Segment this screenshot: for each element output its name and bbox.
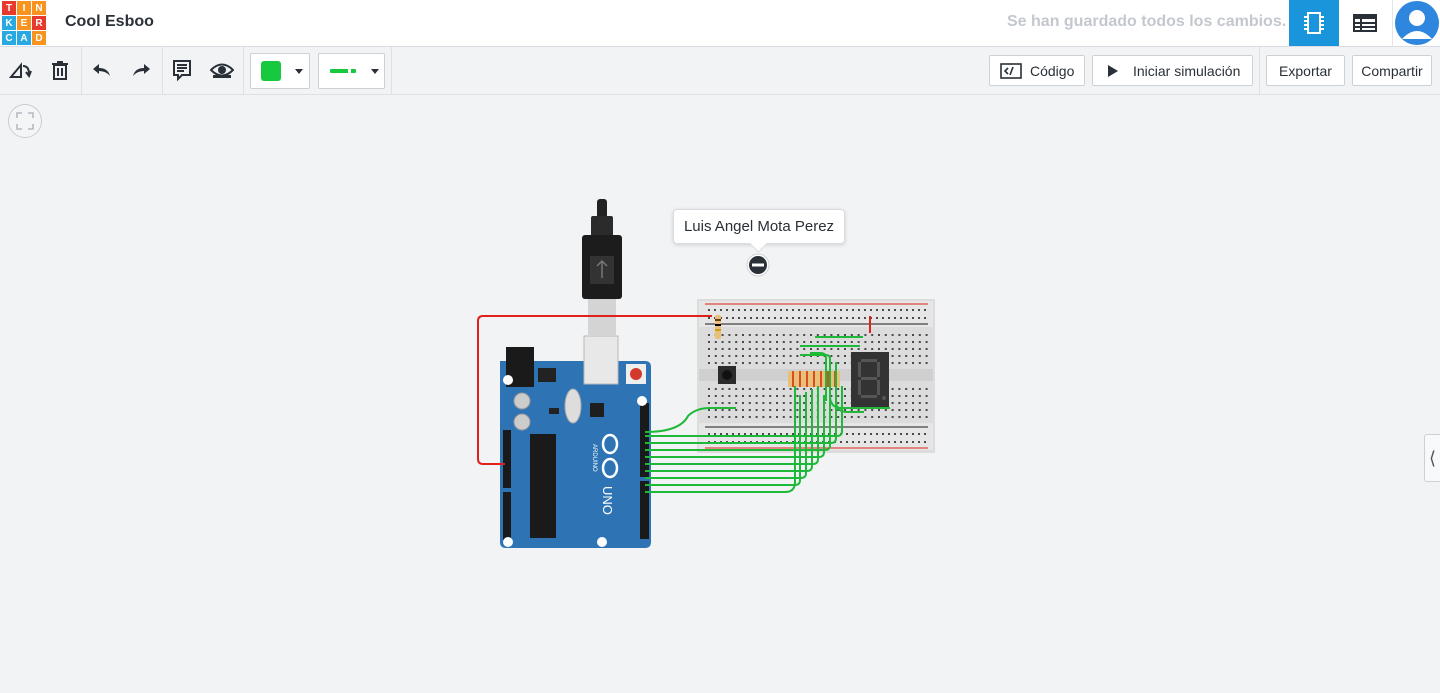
trash-icon: [52, 61, 68, 80]
share-button[interactable]: Compartir: [1352, 55, 1432, 86]
toggle-notes-visibility-button[interactable]: [207, 55, 237, 85]
board-brand-label: ARDUINO: [591, 444, 597, 472]
board-model-label: UNO: [600, 486, 615, 515]
chevron-down-icon: [371, 68, 379, 74]
workplane-canvas[interactable]: Luis Angel Mota Perez ARDUINO UNO ⟨: [0, 96, 1440, 693]
logo-letter: R: [32, 16, 46, 30]
wire-style-swatch: [330, 69, 356, 73]
chevron-down-icon: [295, 68, 303, 74]
logo-letter: E: [17, 16, 31, 30]
toolbar-divider: [162, 47, 163, 95]
color-swatch: [261, 61, 281, 81]
chip-icon: [1304, 12, 1324, 34]
eye-icon: [210, 63, 234, 78]
project-title[interactable]: Cool Esboo: [65, 13, 154, 31]
components-panel-button[interactable]: [1289, 0, 1339, 46]
user-icon: [1394, 1, 1439, 45]
panel-collapse-tab[interactable]: ⟨: [1424, 434, 1440, 482]
undo-icon: [93, 64, 110, 76]
note-marker-icon[interactable]: [746, 253, 770, 277]
toolbar-divider: [243, 47, 244, 95]
logo-letter: T: [2, 1, 16, 15]
toolbar-divider: [1259, 47, 1260, 95]
code-button-label: Código: [1030, 62, 1075, 79]
undo-button[interactable]: [87, 55, 117, 85]
fill-color-dropdown[interactable]: [250, 53, 310, 89]
tinkercad-logo[interactable]: TIN KER CAD: [2, 1, 46, 45]
chevron-left-icon: ⟨: [1428, 447, 1437, 468]
start-simulation-button[interactable]: Iniciar simulación: [1092, 55, 1253, 86]
logo-letter: D: [32, 31, 46, 45]
logo-letter: A: [17, 31, 31, 45]
wire-style-dropdown[interactable]: [318, 53, 385, 89]
notes-icon: [173, 60, 191, 81]
export-button[interactable]: Exportar: [1266, 55, 1345, 86]
logo-letter: C: [2, 31, 16, 45]
code-icon: [1000, 62, 1022, 79]
redo-button[interactable]: [126, 55, 156, 85]
seven-segment-display[interactable]: [851, 352, 889, 407]
editor-toolbar: Código Iniciar simulación Exportar Compa…: [0, 47, 1440, 95]
delete-button[interactable]: [45, 55, 75, 85]
component-list-button[interactable]: [1340, 0, 1390, 46]
toolbar-divider: [391, 47, 392, 95]
toolbar-divider: [81, 47, 82, 95]
logo-letter: K: [2, 16, 16, 30]
export-button-label: Exportar: [1279, 62, 1332, 79]
play-icon: [1108, 64, 1118, 77]
code-button[interactable]: Código: [989, 55, 1085, 86]
resistor-array[interactable]: [788, 371, 840, 387]
logo-letter: N: [32, 1, 46, 15]
notes-button[interactable]: [167, 55, 197, 85]
start-simulation-label: Iniciar simulación: [1133, 62, 1241, 79]
save-status: Se han guardado todos los cambios.: [1007, 13, 1287, 30]
rotate-button[interactable]: [6, 55, 36, 85]
circuit-drawing: ARDUINO UNO: [477, 199, 935, 548]
table-icon: [1353, 14, 1377, 32]
top-header: TIN KER CAD Cool Esboo Se han guardado tod…: [0, 0, 1440, 47]
user-avatar[interactable]: [1392, 0, 1440, 46]
redo-icon: [133, 64, 150, 76]
arduino-uno-board[interactable]: ARDUINO UNO: [500, 335, 651, 548]
push-button[interactable]: [718, 366, 736, 384]
share-button-label: Compartir: [1361, 62, 1423, 79]
resistor[interactable]: [715, 315, 721, 339]
logo-letter: I: [17, 1, 31, 15]
rotate-icon: [9, 62, 32, 79]
